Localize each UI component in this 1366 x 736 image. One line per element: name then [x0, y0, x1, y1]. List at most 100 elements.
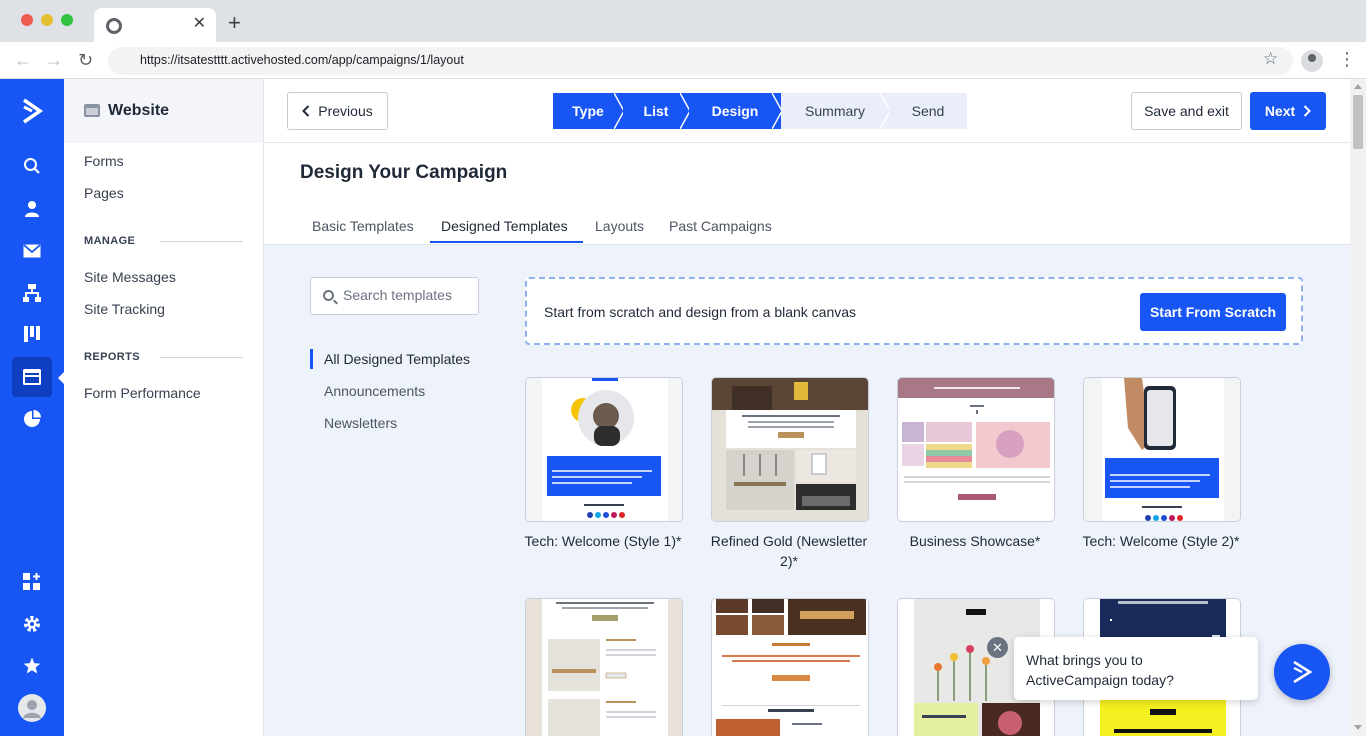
page-header: Design Your Campaign Basic Templates Des… — [264, 144, 1350, 245]
previous-button[interactable]: Previous — [287, 92, 388, 130]
activecampaign-logo-icon — [1293, 660, 1313, 684]
template-name: Tech: Welcome (Style 2)* — [1082, 533, 1240, 549]
template-card-6[interactable] — [711, 598, 869, 736]
category-all-designed-templates[interactable]: All Designed Templates — [324, 351, 470, 367]
profile-avatar-icon[interactable] — [1301, 50, 1323, 72]
browser-menu-icon[interactable]: ⋮ — [1338, 49, 1356, 69]
step-design-label: Design — [711, 103, 759, 119]
template-card-5[interactable] — [525, 598, 683, 736]
website-browser-icon — [84, 104, 100, 117]
contacts-icon[interactable] — [12, 188, 52, 228]
chat-launcher-button[interactable] — [1274, 644, 1330, 700]
active-tab-indicator — [430, 241, 583, 243]
chat-prompt[interactable]: What brings you to ActiveCampaign today? — [1014, 637, 1258, 700]
website-icon[interactable] — [12, 357, 52, 397]
step-type-label: Type — [572, 103, 604, 119]
step-summary[interactable]: Summary — [781, 93, 890, 129]
chat-dismiss-icon[interactable]: ✕ — [987, 637, 1008, 658]
template-card-refined-gold[interactable] — [711, 377, 869, 522]
page-scrollbar[interactable] — [1350, 79, 1366, 736]
browser-toolbar: ← → ↻ https://itsatestttt.activehosted.c… — [0, 42, 1366, 79]
chrome-favicon-icon — [106, 18, 122, 34]
wizard-steps: Type List Design Summary Send — [553, 93, 967, 129]
active-category-indicator — [310, 349, 313, 369]
scroll-up-icon[interactable] — [1354, 84, 1362, 89]
next-button[interactable]: Next — [1250, 92, 1326, 130]
avatar-icon[interactable] — [12, 688, 52, 728]
template-thumbnail — [1084, 378, 1240, 521]
template-thumbnail — [712, 378, 868, 521]
pipelines-icon[interactable] — [12, 314, 52, 354]
next-label: Next — [1264, 103, 1296, 119]
step-send[interactable]: Send — [889, 93, 967, 129]
url-text: https://itsatestttt.activehosted.com/app… — [140, 53, 464, 67]
template-thumbnail — [526, 599, 682, 736]
sidebar-item-site-messages[interactable]: Site Messages — [84, 269, 176, 285]
divider — [160, 357, 243, 358]
window-zoom-dot[interactable] — [61, 14, 73, 26]
bookmark-star-icon[interactable]: ☆ — [1263, 49, 1278, 69]
reload-icon[interactable]: ↻ — [78, 50, 93, 70]
new-tab-icon[interactable]: + — [228, 12, 241, 34]
divider — [160, 241, 243, 242]
category-announcements[interactable]: Announcements — [324, 383, 425, 399]
search-icon[interactable] — [12, 146, 52, 186]
step-send-label: Send — [911, 103, 945, 119]
previous-label: Previous — [318, 103, 373, 119]
back-icon[interactable]: ← — [14, 50, 32, 70]
search-icon — [323, 290, 334, 301]
chevron-right-icon — [1303, 105, 1312, 117]
tab-layouts[interactable]: Layouts — [595, 218, 644, 234]
template-thumbnail — [712, 599, 868, 736]
step-list-label: List — [643, 103, 669, 119]
website-sidebar: Website Forms Pages MANAGE Site Messages… — [64, 79, 264, 736]
template-thumbnail — [526, 378, 682, 521]
template-card-tech-welcome-2[interactable] — [1083, 377, 1241, 522]
save-and-exit-button[interactable]: Save and exit — [1131, 92, 1242, 130]
template-card-tech-welcome-1[interactable] — [525, 377, 683, 522]
template-search[interactable] — [310, 277, 479, 315]
chevron-left-icon — [302, 105, 310, 117]
tab-close-icon[interactable]: ✕ — [193, 14, 206, 34]
logo-icon[interactable] — [12, 91, 52, 131]
template-thumbnail — [898, 378, 1054, 521]
page-title: Design Your Campaign — [300, 162, 508, 183]
sidebar-item-pages[interactable]: Pages — [84, 185, 124, 201]
browser-tab-bar: ✕ + — [0, 0, 1366, 42]
tab-designed-templates[interactable]: Designed Templates — [441, 218, 568, 234]
start-from-scratch-panel: Start from scratch and design from a bla… — [525, 277, 1303, 345]
settings-icon[interactable] — [12, 604, 52, 644]
sidebar-section-reports: REPORTS — [84, 351, 140, 363]
step-design[interactable]: Design — [689, 93, 782, 129]
sidebar-item-site-tracking[interactable]: Site Tracking — [84, 301, 165, 317]
sidebar-header: Website — [64, 79, 263, 143]
template-card-business-showcase[interactable] — [897, 377, 1055, 522]
window-close-dot[interactable] — [21, 14, 33, 26]
campaigns-icon[interactable] — [12, 231, 52, 271]
template-name: Business Showcase* — [909, 533, 1041, 549]
scrollbar-thumb[interactable] — [1353, 95, 1363, 149]
start-from-scratch-button[interactable]: Start From Scratch — [1140, 293, 1286, 331]
address-bar[interactable]: https://itsatestttt.activehosted.com/app… — [108, 47, 1293, 75]
campaign-wizard-header: Previous Type List Design Summary Send S… — [264, 79, 1350, 143]
automations-icon[interactable] — [12, 273, 52, 313]
step-summary-label: Summary — [805, 103, 865, 119]
tab-past-campaigns[interactable]: Past Campaigns — [669, 218, 772, 234]
sidebar-item-forms[interactable]: Forms — [84, 153, 124, 169]
browser-tab[interactable]: ✕ — [94, 8, 216, 42]
step-list[interactable]: List — [623, 93, 690, 129]
primary-nav-rail — [0, 79, 65, 736]
forward-icon[interactable]: → — [45, 50, 63, 70]
scratch-description: Start from scratch and design from a bla… — [544, 304, 857, 320]
category-newsletters[interactable]: Newsletters — [324, 415, 397, 431]
star-icon[interactable] — [12, 646, 52, 686]
search-input[interactable] — [343, 287, 473, 303]
step-type[interactable]: Type — [553, 93, 624, 129]
window-minimize-dot[interactable] — [41, 14, 53, 26]
tab-basic-templates[interactable]: Basic Templates — [312, 218, 414, 234]
template-name: Tech: Welcome (Style 1)* — [524, 533, 682, 549]
scroll-down-icon[interactable] — [1354, 725, 1362, 730]
sidebar-item-form-performance[interactable]: Form Performance — [84, 385, 201, 401]
apps-icon[interactable] — [12, 562, 52, 602]
reports-icon[interactable] — [12, 399, 52, 439]
